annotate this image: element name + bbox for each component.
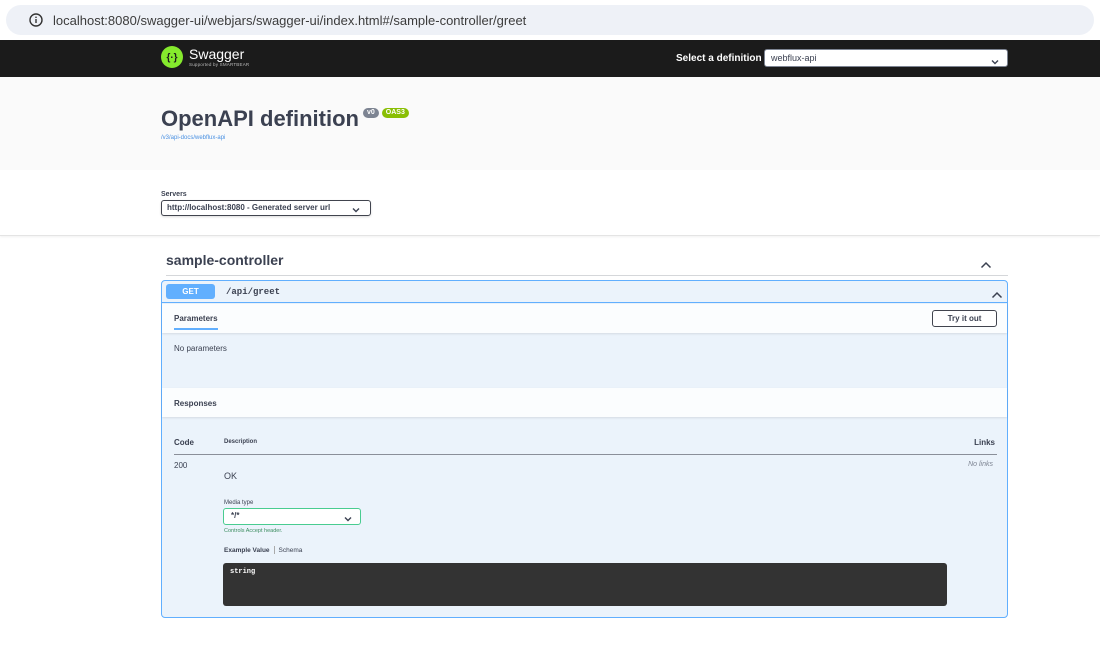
example-code: string <box>230 568 256 576</box>
tab-example-value[interactable]: Example Value <box>224 547 270 554</box>
operation-summary[interactable]: GET /api/greet <box>162 281 1007 303</box>
tag-header[interactable]: sample-controller <box>166 252 1008 276</box>
chevron-up-icon[interactable] <box>980 256 992 274</box>
chevron-down-icon <box>352 204 360 218</box>
url-text: localhost:8080/swagger-ui/webjars/swagge… <box>53 12 527 28</box>
logo-word: Swagger <box>189 45 245 62</box>
tab-separator <box>273 546 275 554</box>
browser-address-bar: localhost:8080/swagger-ui/webjars/swagge… <box>0 0 1100 40</box>
oas-badge: OAS3 <box>381 108 409 118</box>
parameters-header: Parameters Try it out <box>162 304 1007 333</box>
chevron-up-icon[interactable] <box>991 286 1003 304</box>
column-header-description: Description <box>224 439 258 445</box>
column-header-links: Links <box>974 438 995 447</box>
swagger-topbar: {·} Swagger Supported by SMARTBEAR Selec… <box>0 40 1100 77</box>
divider <box>174 454 997 455</box>
swagger-logo-icon: {·} <box>161 46 183 68</box>
operation-path: /api/greet <box>226 287 281 297</box>
svg-text:{·}: {·} <box>166 53 177 64</box>
response-description: OK <box>224 471 238 481</box>
spec-link[interactable]: /v3/api-docs/webflux-api <box>161 135 225 141</box>
chevron-down-icon <box>344 513 352 527</box>
media-type-value: */* <box>231 511 240 520</box>
info-title-row: OpenAPI definition v0 OAS3 <box>161 106 409 132</box>
no-parameters-text: No parameters <box>174 344 227 353</box>
example-tabs: Example Value Schema <box>224 546 302 554</box>
chevron-down-icon <box>991 54 999 70</box>
servers-label: Servers <box>161 191 187 198</box>
media-type-label: Media type <box>224 500 254 506</box>
definition-select[interactable]: webflux-api <box>764 49 1008 67</box>
page-title: OpenAPI definition <box>161 106 359 131</box>
logo-subtext: Supported by SMARTBEAR <box>189 61 250 67</box>
tab-schema[interactable]: Schema <box>279 547 303 554</box>
url-field[interactable]: localhost:8080/swagger-ui/webjars/swagge… <box>6 5 1094 35</box>
column-header-code: Code <box>174 438 194 447</box>
version-badge: v0 <box>363 108 379 118</box>
response-links: No links <box>968 461 993 468</box>
example-code-block: string <box>223 563 947 606</box>
try-it-out-button[interactable]: Try it out <box>932 310 997 327</box>
info-icon[interactable] <box>28 12 44 28</box>
definition-select-value: webflux-api <box>771 53 817 63</box>
media-type-select[interactable]: */* <box>223 508 361 525</box>
controls-accept-note: Controls Accept header. <box>224 528 283 534</box>
responses-title: Responses <box>174 399 217 408</box>
method-badge: GET <box>166 284 215 299</box>
tab-parameters[interactable]: Parameters <box>174 314 218 330</box>
response-code: 200 <box>174 461 188 470</box>
definition-label: Select a definition <box>676 53 762 64</box>
tag-name: sample-controller <box>166 252 284 268</box>
servers-select[interactable]: http://localhost:8080 - Generated server… <box>161 200 371 216</box>
operation-block: GET /api/greet Parameters Try it out No … <box>161 280 1008 618</box>
servers-select-value: http://localhost:8080 - Generated server… <box>167 203 331 212</box>
swagger-logo[interactable]: {·} Swagger Supported by SMARTBEAR <box>161 46 249 68</box>
responses-header: Responses <box>162 388 1007 417</box>
